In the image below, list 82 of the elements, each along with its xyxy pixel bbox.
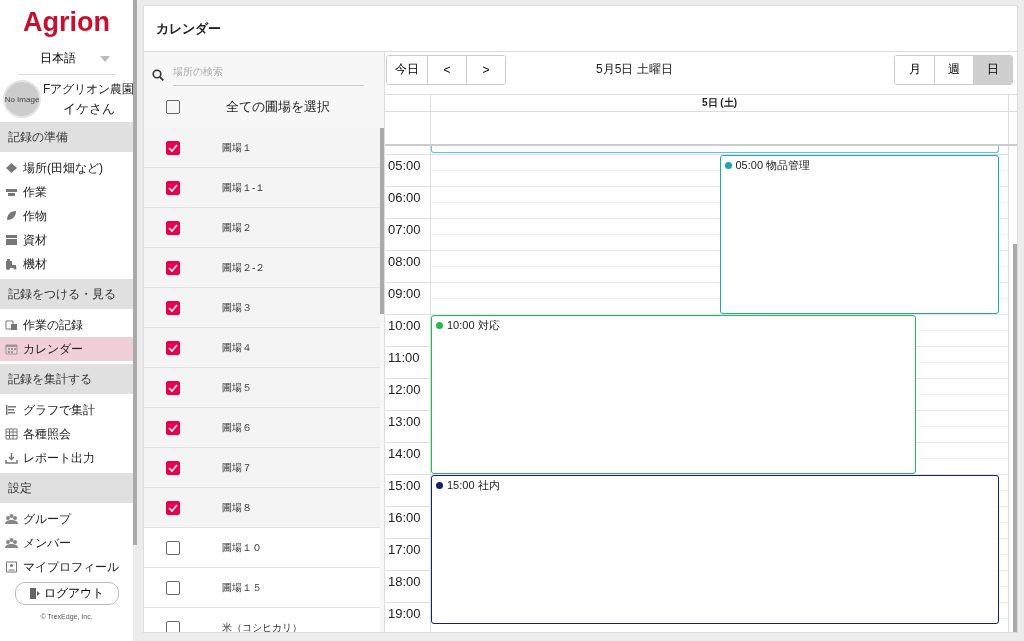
nav-item[interactable]: レポート出力 — [0, 446, 133, 470]
bar-list-icon — [5, 404, 18, 416]
event-title: 10:00 対応 — [447, 318, 500, 333]
checkbox[interactable] — [166, 260, 180, 275]
event-block[interactable]: 10:00 対応 — [431, 315, 916, 474]
nav-item[interactable]: グループ — [0, 507, 133, 531]
event-block[interactable]: 15:00 社内 — [431, 475, 1000, 624]
checkbox[interactable] — [166, 580, 180, 595]
search-icon — [152, 69, 164, 81]
time-label: 17:00 — [388, 542, 421, 557]
time-label: 07:00 — [388, 222, 421, 237]
leaf-icon — [5, 210, 18, 222]
time-label: 16:00 — [388, 510, 421, 525]
people-icon — [5, 537, 18, 549]
calendar-icon — [5, 343, 18, 355]
event-block[interactable]: 05:00 物品管理 — [719, 155, 1000, 314]
checkbox[interactable] — [166, 140, 180, 155]
nav-item[interactable]: 各種照会 — [0, 422, 133, 446]
nav-item[interactable]: 場所(田畑など) — [0, 156, 133, 180]
checkbox[interactable] — [166, 340, 180, 355]
download-icon — [5, 452, 18, 464]
time-label: 11:00 — [388, 350, 420, 365]
field-row[interactable]: 圃場１０ — [144, 528, 380, 568]
group-icon — [5, 513, 18, 525]
time-label: 13:00 — [388, 414, 421, 429]
table-icon — [5, 428, 18, 440]
section-header: 記録の準備 — [0, 122, 133, 152]
checkbox[interactable] — [166, 500, 180, 515]
event-title: 05:00 物品管理 — [735, 158, 811, 173]
field-row[interactable]: 圃場１５ — [144, 568, 380, 608]
page-title: カレンダー — [156, 19, 221, 38]
calendar-title: 5月5日 土曜日 — [596, 61, 674, 78]
checkbox[interactable] — [166, 540, 180, 555]
section-header: 記録をつける・見る — [0, 279, 133, 309]
nav-button[interactable]: > — [466, 55, 505, 84]
time-label: 14:00 — [388, 446, 421, 461]
checkbox[interactable] — [166, 460, 180, 475]
logout-button[interactable]: ログアウト — [14, 582, 119, 605]
checkbox[interactable] — [166, 100, 180, 114]
nav-item[interactable]: カレンダー — [0, 337, 133, 361]
nav-item[interactable]: 資材 — [0, 228, 133, 252]
time-label: 18:00 — [388, 574, 421, 589]
profile-icon — [5, 561, 18, 573]
language-select[interactable]: 日本語 — [18, 46, 115, 75]
time-label: 06:00 — [388, 190, 421, 205]
diamond-icon — [5, 162, 18, 174]
checkbox[interactable] — [166, 380, 180, 395]
document-icon — [5, 319, 18, 331]
avatar-text: No Image — [4, 94, 40, 104]
app-logo: Agrion — [22, 6, 111, 39]
time-label: 10:00 — [388, 318, 421, 333]
field-row[interactable]: 米（コシヒカリ） — [144, 608, 380, 632]
time-label: 12:00 — [388, 382, 421, 397]
nav-item[interactable]: 機材 — [0, 252, 133, 276]
day-header: 5日 (土) — [431, 95, 1009, 111]
select-all-label: 全ての圃場を選択 — [226, 98, 330, 116]
user-name: イケさん — [62, 99, 115, 118]
section-header: 設定 — [0, 473, 133, 503]
nav-item[interactable]: 作物 — [0, 204, 133, 228]
scrollbar[interactable] — [380, 128, 384, 314]
nav-item[interactable]: 作業 — [0, 180, 133, 204]
nav-item[interactable]: マイプロフィール — [0, 555, 133, 579]
time-label: 05:00 — [388, 158, 421, 173]
time-label: 19:00 — [388, 606, 421, 621]
caret-icon — [99, 55, 110, 62]
tray-icon — [5, 234, 18, 246]
time-label: 09:00 — [388, 286, 421, 301]
section-header: 記録を集計する — [0, 364, 133, 394]
nav-item[interactable]: グラフで集計 — [0, 398, 133, 422]
event-title: 15:00 社内 — [447, 478, 500, 493]
checkbox[interactable] — [166, 180, 180, 195]
view-tab[interactable]: 日 — [973, 55, 1012, 84]
checkbox[interactable] — [166, 620, 180, 632]
nav-item[interactable]: 作業の記録 — [0, 313, 133, 337]
time-label: 08:00 — [388, 254, 421, 269]
time-label: 15:00 — [388, 478, 421, 493]
exit-door-icon — [29, 588, 40, 599]
checkbox[interactable] — [166, 220, 180, 235]
checkbox[interactable] — [166, 420, 180, 435]
checkbox[interactable] — [166, 300, 180, 315]
farm-name: Fアグリオン農園 — [43, 80, 135, 98]
nav-item[interactable]: メンバー — [0, 531, 133, 555]
